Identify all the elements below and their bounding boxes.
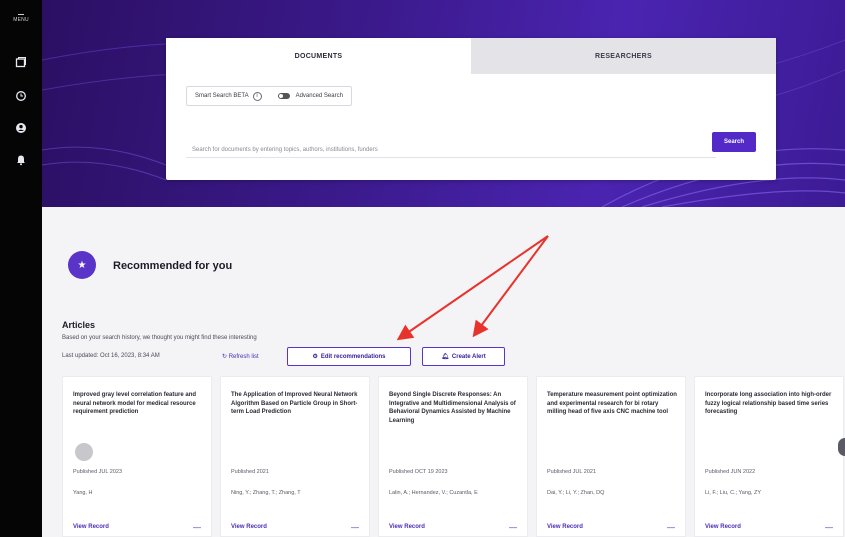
- edit-recommendations-label: Edit recommendations: [320, 353, 386, 360]
- search-mode-toggle: Smart Search BETA i Advanced Search: [186, 86, 352, 106]
- more-options-icon[interactable]: —: [351, 523, 359, 532]
- info-icon[interactable]: i: [252, 91, 262, 101]
- menu-button[interactable]: MENU: [11, 14, 31, 23]
- create-alert-button[interactable]: 🔔︎ Create Alert: [422, 347, 505, 366]
- article-title[interactable]: The Application of Improved Neural Netwo…: [231, 391, 361, 417]
- article-authors: Ning, Y.; Zhang, T.; Zhang, T: [231, 490, 301, 496]
- article-card[interactable]: Beyond Single Discrete Responses: An Int…: [378, 376, 528, 537]
- article-authors: Dai, Y.; Li, Y.; Zhan, DQ: [547, 490, 605, 496]
- article-card[interactable]: Temperature measurement point optimizati…: [536, 376, 686, 537]
- article-card[interactable]: Incorporate long association into high-o…: [694, 376, 844, 537]
- advanced-search-label[interactable]: Advanced Search: [296, 93, 343, 99]
- view-record-link[interactable]: View Record: [389, 524, 425, 530]
- articles-subtitle: Based on your search history, we thought…: [62, 335, 257, 341]
- recommended-icon: ★: [68, 251, 96, 279]
- more-options-icon[interactable]: —: [825, 523, 833, 532]
- sidebar: MENU: [0, 0, 42, 537]
- article-authors: Lalin, A.; Hernandez, V.; Cuzantla, E: [389, 490, 478, 496]
- search-input[interactable]: Search for documents by entering topics,…: [186, 142, 716, 158]
- article-authors: Yang, H: [73, 490, 93, 496]
- article-published: Published OCT 19 2023: [389, 469, 448, 475]
- more-options-icon[interactable]: —: [193, 523, 201, 532]
- page: MENU DOCUMENTS RESEARCHERS Smart Search …: [0, 0, 845, 537]
- refresh-list-label: Refresh list: [228, 354, 259, 360]
- tab-researchers[interactable]: RESEARCHERS: [471, 38, 776, 74]
- arrow-to-create-alert: [472, 235, 549, 338]
- article-title[interactable]: Temperature measurement point optimizati…: [547, 391, 677, 417]
- arrow-to-edit-recommendations: [396, 235, 549, 341]
- advanced-search-switch[interactable]: [277, 93, 290, 99]
- refresh-list-link[interactable]: ↻ Refresh list: [222, 353, 259, 360]
- view-record-link[interactable]: View Record: [705, 524, 741, 530]
- article-published: Published JUL 2021: [547, 469, 597, 475]
- documents-icon[interactable]: [15, 56, 27, 68]
- smart-search-label[interactable]: Smart Search BETA: [195, 93, 249, 99]
- history-icon[interactable]: [15, 90, 27, 102]
- menu-label: MENU: [13, 17, 29, 23]
- create-alert-label: Create Alert: [451, 353, 486, 360]
- author-avatar: [75, 443, 93, 461]
- view-record-link[interactable]: View Record: [73, 524, 109, 530]
- article-card[interactable]: The Application of Improved Neural Netwo…: [220, 376, 370, 537]
- article-published: Published 2021: [231, 469, 269, 475]
- article-published: Published JUL 2023: [73, 469, 123, 475]
- article-title[interactable]: Improved gray level correlation feature …: [73, 391, 203, 417]
- article-published: Published JUN 2022: [705, 469, 756, 475]
- recommended-title: Recommended for you: [113, 260, 233, 272]
- gear-icon: ⚙: [312, 354, 318, 360]
- search-card: DOCUMENTS RESEARCHERS Smart Search BETA …: [166, 38, 776, 180]
- search-tabs: DOCUMENTS RESEARCHERS: [166, 38, 776, 74]
- more-options-icon[interactable]: —: [509, 523, 517, 532]
- account-icon[interactable]: [15, 122, 27, 134]
- tab-documents[interactable]: DOCUMENTS: [166, 38, 471, 74]
- last-updated-text: Last updated: Oct 16, 2023, 8:34 AM: [62, 353, 160, 359]
- edit-recommendations-button[interactable]: ⚙ Edit recommendations: [287, 347, 411, 366]
- search-button[interactable]: Search: [712, 132, 756, 152]
- articles-heading: Articles: [62, 320, 96, 330]
- carousel-next-button[interactable]: [838, 438, 845, 456]
- notifications-icon[interactable]: [15, 154, 27, 166]
- article-carousel: Improved gray level correlation feature …: [62, 376, 845, 537]
- article-authors: Li, F.; Liu, C.; Yang, ZY: [705, 490, 762, 496]
- article-title[interactable]: Incorporate long association into high-o…: [705, 391, 835, 417]
- bell-icon: 🔔︎: [441, 354, 449, 360]
- article-title[interactable]: Beyond Single Discrete Responses: An Int…: [389, 391, 519, 425]
- view-record-link[interactable]: View Record: [231, 524, 267, 530]
- more-options-icon[interactable]: —: [667, 523, 675, 532]
- view-record-link[interactable]: View Record: [547, 524, 583, 530]
- article-card[interactable]: Improved gray level correlation feature …: [62, 376, 212, 537]
